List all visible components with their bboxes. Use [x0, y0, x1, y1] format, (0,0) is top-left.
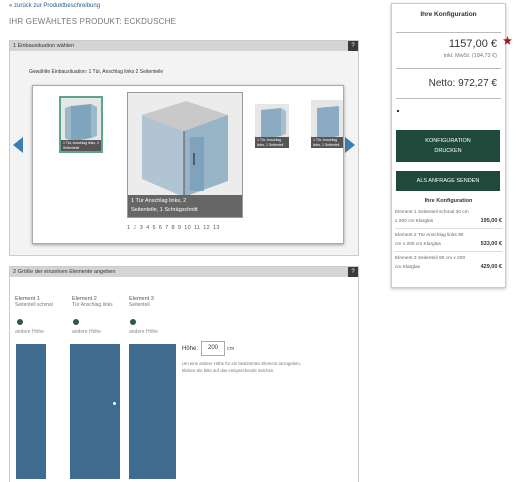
element-type: Seitenteil schmal [15, 302, 53, 308]
preview-caption: 1 Tür Anschlag links, 2 Seitenteile, 1 S… [128, 195, 242, 217]
thumb-caption: 1 Tür, Anschlag links, 2 Seitenteile [61, 140, 101, 151]
bullet-icon [397, 110, 399, 112]
installation-option-1[interactable]: 1 Tür, Anschlag links, 2 Seitenteile [59, 96, 103, 153]
config-item-1: Element 1 Seitenteil schmal 30 cm x 200 … [395, 208, 502, 229]
item-price: 429,00 € [480, 264, 502, 270]
installation-option-3[interactable]: 1 Tür, Anschlag links, 1 Seitenteil [311, 100, 343, 148]
item-desc-line2: x 200 cm Klarglas [395, 219, 434, 224]
preview-caption-line1: 1 Tür Anschlag links, 2 [131, 198, 187, 204]
height-unit: cm [227, 346, 235, 352]
vat-info: inkl. MwSt. (184,73 €) [443, 53, 497, 59]
configuration-sidebar: Ihre Konfiguration 1157,00 € inkl. MwSt.… [391, 3, 506, 288]
preview-caption-line2: Seitenteile, 1 Schrägschnitt [131, 207, 198, 213]
section1-header: 1 Einbausituation wählen [10, 41, 358, 51]
net-price: Netto: 972,27 € [428, 78, 497, 89]
element-1-header: Element 1 Seitenteil schmal [15, 296, 53, 308]
element-type: Tür Anschlag links [72, 302, 113, 308]
section2-help-button[interactable]: ? [348, 267, 358, 277]
page-13[interactable]: 13 [213, 225, 220, 231]
height-hint-line1: Um eine andere Höhe für ein bestimmtes E… [182, 361, 301, 366]
section1-title: 1 Einbausituation wählen [13, 43, 75, 49]
installation-preview: 1 Tür Anschlag links, 2 Seitenteile, 1 S… [127, 92, 243, 218]
section-element-sizes: 2 Größe der einzelnen Elemente angeben ?… [9, 266, 359, 482]
item-desc-line1: Element 1 Seitenteil schmal 30 cm [395, 210, 469, 215]
page-8[interactable]: 8 [172, 225, 175, 231]
height-hint: Um eine andere Höhe für ein bestimmtes E… [182, 360, 301, 374]
element-2-header: Element 2 Tür Anschlag links [72, 296, 113, 308]
element-3-height-link[interactable]: andere Höhe [129, 329, 158, 335]
carousel-pagination: 1 2 3 4 5 6 7 8 9 10 11 12 13 [127, 225, 223, 231]
carousel-prev-arrow-icon[interactable] [13, 137, 25, 158]
total-price: 1157,00 € [448, 38, 497, 50]
section1-help-button[interactable]: ? [348, 41, 358, 51]
item-desc-line1: Element 2 Tür Anschlag links 90 [395, 233, 464, 238]
height-input[interactable]: 200 [201, 341, 225, 356]
element-1-select-radio[interactable] [17, 319, 23, 325]
installation-carousel: 1 Tür, Anschlag links, 2 Seitenteile 1 T… [32, 85, 344, 244]
element-1-height-link[interactable]: andere Höhe [15, 329, 44, 335]
element-2-select-radio[interactable] [73, 319, 79, 325]
divider [396, 68, 501, 69]
config-item-2: Element 2 Tür Anschlag links 90 cm x 200… [395, 231, 502, 252]
item-desc-line2: cm Klarglas [395, 265, 421, 270]
config-subtitle: Ihre Konfiguration [424, 198, 473, 204]
thumb-caption: 1 Tür, Anschlag links, 1 Seitenteil [311, 137, 343, 148]
config-title: Ihre Konfiguration [420, 11, 477, 18]
print-label-line1: KONFIGURATION [425, 138, 471, 144]
page-5[interactable]: 5 [152, 225, 155, 231]
print-configuration-button[interactable]: KONFIGURATION DRUCKEN [396, 130, 500, 162]
page-10[interactable]: 10 [184, 225, 191, 231]
element-2-panel[interactable] [70, 344, 120, 479]
height-field-label: Höhe: [182, 346, 199, 352]
installation-option-2[interactable]: 1 Tür, Anschlag links, 1 Seitenteil [255, 104, 289, 148]
carousel-next-arrow-icon[interactable] [343, 137, 355, 158]
door-handle-icon [113, 402, 116, 405]
page-12[interactable]: 12 [203, 225, 210, 231]
item-desc-line2: cm x 200 cm Klarglas [395, 242, 441, 247]
page-4[interactable]: 4 [146, 225, 149, 231]
element-3-panel[interactable] [129, 344, 176, 479]
element-1-panel[interactable] [16, 344, 46, 479]
back-link[interactable]: « zurück zur Produktbeschreibung [9, 3, 100, 9]
element-type: Seitenteil [129, 302, 150, 308]
item-price: 195,00 € [480, 218, 502, 224]
page-6[interactable]: 6 [159, 225, 162, 231]
page-9[interactable]: 9 [178, 225, 181, 231]
element-3-header: Element 3 Seitenteil [129, 296, 154, 308]
page-title: IHR GEWÄHLTES PRODUKT: ECKDUSCHE [9, 17, 177, 26]
item-price: 533,00 € [480, 241, 502, 247]
item-desc-line1: Element 3 Seitenteil 90 cm x 200 [395, 256, 466, 261]
page-2[interactable]: 2 [133, 225, 136, 231]
page-1[interactable]: 1 [127, 225, 130, 231]
element-2-height-link[interactable]: andere Höhe [72, 329, 101, 335]
divider [396, 32, 501, 33]
print-label-line2: DRUCKEN [434, 148, 462, 154]
divider [396, 98, 501, 99]
section-installation: 1 Einbausituation wählen ? Gewählte Einb… [9, 40, 359, 256]
page-11[interactable]: 11 [194, 225, 200, 231]
page-7[interactable]: 7 [165, 225, 168, 231]
config-item-3: Element 3 Seitenteil 90 cm x 200 cm Klar… [395, 254, 502, 274]
selected-installation-label: Gewählte Einbausituation: 1 Tür, Anschla… [29, 69, 164, 75]
send-inquiry-button[interactable]: ALS ANFRAGE SENDEN [396, 171, 500, 191]
section2-header: 2 Größe der einzelnen Elemente angeben [10, 267, 358, 277]
section2-title: 2 Größe der einzelnen Elemente angeben [13, 269, 116, 275]
star-icon [503, 32, 512, 45]
element-3-select-radio[interactable] [130, 319, 136, 325]
thumb-caption: 1 Tür, Anschlag links, 1 Seitenteil [255, 137, 289, 148]
height-hint-line2: klicken Sie bitte auf das entsprechende … [182, 368, 275, 373]
page-3[interactable]: 3 [140, 225, 143, 231]
